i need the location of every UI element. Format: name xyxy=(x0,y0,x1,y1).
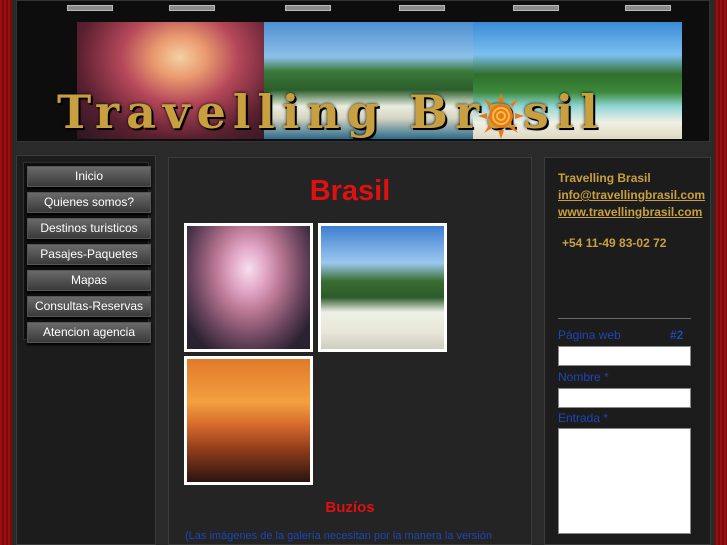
gallery-thumb[interactable] xyxy=(184,356,313,485)
field-marker: #2 xyxy=(670,328,684,342)
name-input[interactable] xyxy=(558,388,691,408)
nav-item-pasajes[interactable]: Pasajes-Paquetes xyxy=(27,244,151,265)
page-title: Brasil xyxy=(309,175,391,207)
company-name: Travelling Brasil xyxy=(558,171,651,185)
film-tab xyxy=(67,5,113,11)
phone-number: +54 11-49 83-02 72 xyxy=(562,236,667,250)
entry-textarea[interactable] xyxy=(558,428,691,534)
main-navigation: Inicio Quienes somos? Destinos turistico… xyxy=(23,162,151,343)
film-tab xyxy=(285,5,331,11)
field-label-entry: Entrada * xyxy=(558,411,609,425)
gallery-thumb[interactable] xyxy=(184,223,313,352)
nav-item-atencion[interactable]: Atencion agencia xyxy=(27,322,151,343)
right-sidebar: Travelling Brasil info@travellingbrasil.… xyxy=(544,157,711,545)
website-input[interactable] xyxy=(558,346,691,366)
field-label-name: Nombre * xyxy=(558,370,609,384)
nav-item-destinos[interactable]: Destinos turisticos xyxy=(27,218,151,239)
header-banner: Travelling Brasil xyxy=(16,0,710,142)
nav-item-mapas[interactable]: Mapas xyxy=(27,270,151,291)
sun-logo-icon xyxy=(478,93,524,139)
website-link[interactable]: www.travellingbrasil.com xyxy=(558,205,702,219)
divider xyxy=(558,318,691,319)
main-content: Brasil Buzíos (Las imágenes de la galerí… xyxy=(168,157,532,545)
gallery-thumb[interactable] xyxy=(318,223,447,352)
left-sidebar: Inicio Quienes somos? Destinos turistico… xyxy=(16,155,156,545)
nav-item-inicio[interactable]: Inicio xyxy=(27,166,151,187)
gallery-note: (Las imágenes de la galería necesitan po… xyxy=(185,530,492,542)
email-link[interactable]: info@travellingbrasil.com xyxy=(558,188,705,202)
nav-item-consultas[interactable]: Consultas-Reservas xyxy=(27,296,151,317)
film-tab xyxy=(169,5,215,11)
field-label-website: Página web xyxy=(558,328,621,342)
nav-item-quienes-somos[interactable]: Quienes somos? xyxy=(27,192,151,213)
film-tab xyxy=(513,5,559,11)
gallery-subheading: Buzíos xyxy=(325,499,375,516)
film-tab xyxy=(399,5,445,11)
film-tab xyxy=(625,5,671,11)
